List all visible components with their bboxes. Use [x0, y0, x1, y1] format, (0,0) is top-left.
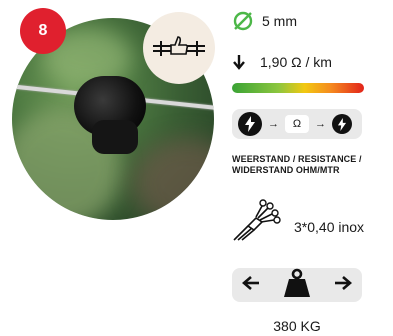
fence-tension-icon: [143, 12, 215, 84]
diameter-spec: 5 mm: [232, 10, 297, 32]
ohm-label: Ω: [285, 115, 309, 133]
lightning-icon: [238, 112, 262, 136]
badge-number: 8: [38, 22, 48, 39]
diameter-icon: [233, 11, 253, 31]
arrow-right-icon: →: [315, 118, 326, 130]
weight-icon: [283, 268, 311, 303]
photo-insulator-base: [92, 120, 138, 154]
conductor-wires-icon: [233, 199, 281, 241]
resistance-caption: WEERSTAND / RESISTANCE / WIDERSTAND OHM/…: [232, 154, 362, 175]
lightning-icon: [332, 114, 352, 134]
photo-background-blur: [132, 138, 214, 220]
arrow-down-icon: [233, 55, 245, 70]
arrow-right-icon: [334, 275, 352, 295]
current-flow-diagram: → Ω →: [232, 109, 362, 139]
resistance-scale-bar: [232, 83, 364, 93]
conductor-spec: 3*0,40 inox: [232, 196, 364, 242]
resistance-spec: 1,90 Ω / km: [232, 54, 332, 70]
product-number-badge: 8: [20, 8, 66, 54]
resistance-value: 1,90 Ω / km: [260, 54, 332, 70]
diameter-value: 5 mm: [262, 13, 297, 29]
arrow-left-icon: [242, 275, 260, 295]
conductor-value: 3*0,40 inox: [294, 219, 365, 235]
breaking-load-diagram: [232, 268, 362, 302]
arrow-right-icon: →: [268, 118, 279, 130]
breaking-load-value: 380 KG: [273, 318, 321, 334]
wire-connector-thumbs-up-icon: [153, 36, 205, 56]
